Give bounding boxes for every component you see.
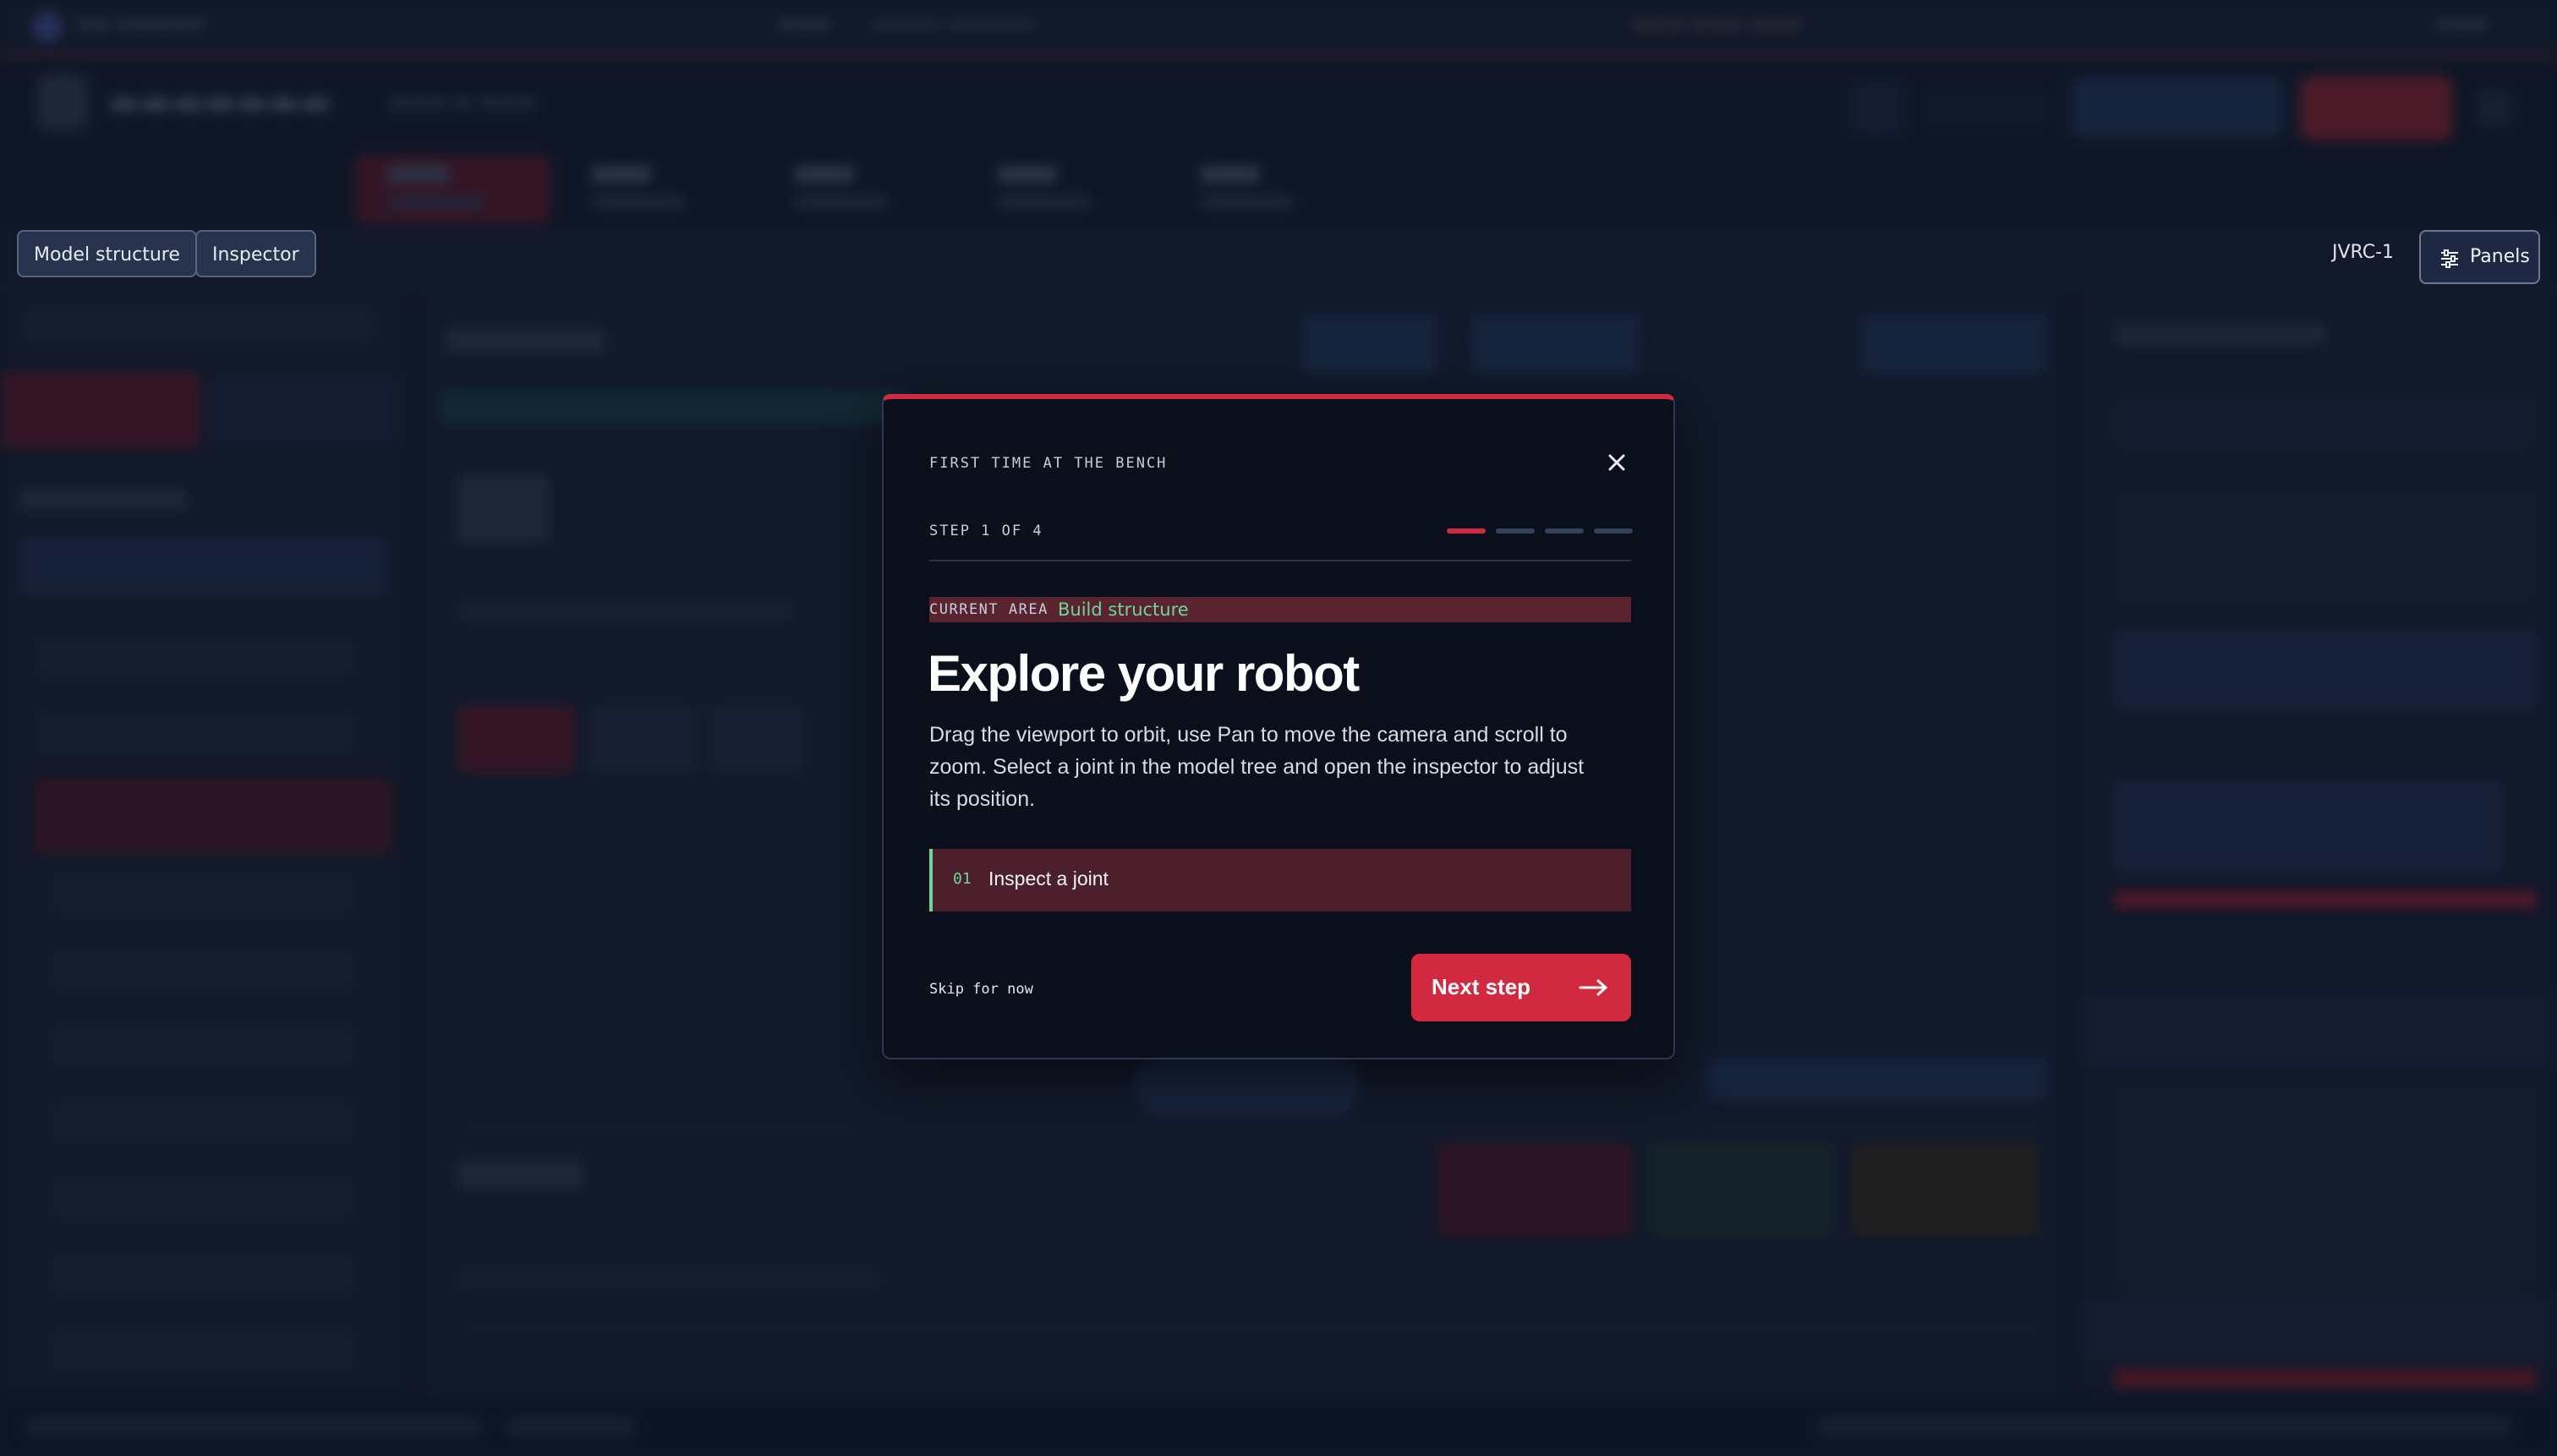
step-indicator (1545, 528, 1584, 534)
robot-name-label: JVRC-1 (2332, 242, 2395, 263)
onboarding-dialog: FIRST TIME AT THE BENCH STEP 1 OF 4 CURR… (882, 394, 1675, 1059)
dialog-body: Drag the viewport to orbit, use Pan to m… (929, 723, 1585, 811)
step-indicator (1447, 528, 1486, 534)
task-label: Inspect a joint (988, 868, 1109, 889)
inspector-button[interactable]: Inspector (195, 230, 316, 277)
current-area-label: CURRENT AREA (929, 601, 1049, 618)
dialog-title: Explore your robot (928, 645, 1360, 702)
current-area-banner: CURRENT AREA Build structure (929, 597, 1631, 622)
task-number: 01 (953, 870, 972, 888)
panels-button[interactable]: Panels (2419, 230, 2540, 284)
next-step-button[interactable]: Next step (1411, 954, 1631, 1021)
dialog-kicker: FIRST TIME AT THE BENCH (929, 455, 1168, 472)
step-counter: STEP 1 OF 4 (929, 523, 1043, 539)
step-indicator (1594, 528, 1633, 534)
divider (929, 560, 1631, 561)
task-item: 01 Inspect a joint (929, 849, 1631, 911)
panels-label: Panels (2470, 246, 2530, 267)
arrow-right-icon (1579, 977, 1609, 1001)
next-step-label: Next step (1432, 974, 1531, 999)
sliders-icon (2439, 249, 2460, 274)
close-button[interactable] (1604, 450, 1629, 475)
current-area-value: Build structure (1058, 599, 1189, 620)
step-indicator (1496, 528, 1535, 534)
close-icon (1608, 454, 1625, 471)
skip-button[interactable]: Skip for now (929, 981, 1033, 998)
model-structure-button[interactable]: Model structure (17, 230, 197, 277)
workspace-toolbar: Model structure Inspector JVRC-1 Panels (0, 227, 2557, 287)
